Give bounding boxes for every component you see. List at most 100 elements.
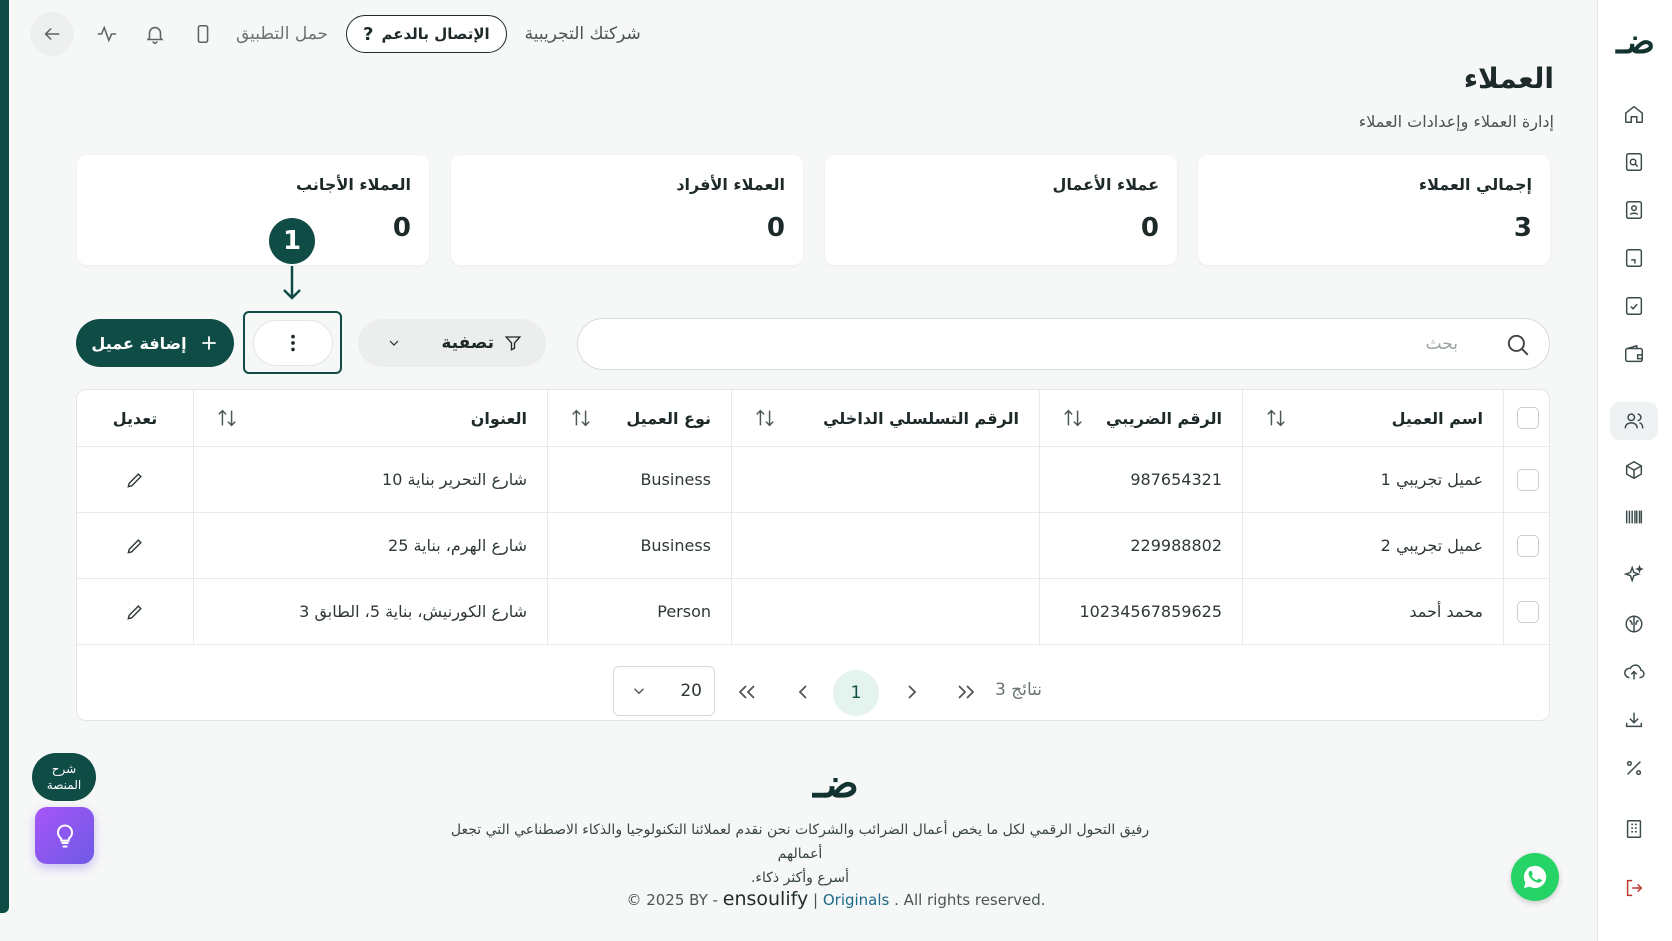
select-cell xyxy=(1503,447,1549,512)
sidebar-logo[interactable]: ضـ xyxy=(1598,22,1672,62)
bell-icon xyxy=(146,26,164,44)
sidebar-item-brain[interactable] xyxy=(1610,605,1658,643)
document-edit-icon xyxy=(1625,249,1643,267)
sidebar-item-upload[interactable] xyxy=(1610,653,1658,691)
filter-label: تصفية xyxy=(441,333,494,353)
topbar: حمل التطبيق ? الإتصال بالدعم شركتك التجر… xyxy=(30,12,641,56)
sidebar: ضـ xyxy=(1597,0,1672,941)
chevrons-left-icon[interactable] xyxy=(735,680,759,704)
header-address[interactable]: العنوان xyxy=(193,390,547,446)
tips-button[interactable] xyxy=(35,807,94,864)
company-name[interactable]: شركتك التجريبية xyxy=(525,24,641,44)
row-checkbox[interactable] xyxy=(1516,600,1539,623)
sidebar-item-company[interactable] xyxy=(1610,810,1658,848)
back-button[interactable] xyxy=(30,12,74,56)
sidebar-item-receipts[interactable] xyxy=(1610,191,1658,229)
sort-icon[interactable] xyxy=(570,407,592,429)
name-cell: عميل تجريبي 2 xyxy=(1242,513,1503,578)
pencil-icon[interactable] xyxy=(125,536,145,556)
stat-label: العملاء الأفراد xyxy=(676,175,785,194)
platform-guide-badge[interactable]: شرح المنصة xyxy=(32,753,96,801)
search-icon xyxy=(1507,334,1529,356)
edit-cell xyxy=(77,513,193,578)
building-icon xyxy=(1626,820,1642,838)
customers-table: تعديل العنوان نوع العميل الرقم التسلسلي … xyxy=(76,389,1550,721)
mobile-app-button[interactable] xyxy=(188,19,218,49)
sidebar-item-tax-rates[interactable] xyxy=(1610,749,1658,787)
activity-icon xyxy=(97,25,117,43)
table-row[interactable]: شارع الهرم، بناية 25 Business 229988802 … xyxy=(77,513,1549,579)
sort-icon[interactable] xyxy=(1265,407,1287,429)
stat-label: عملاء الأعمال xyxy=(1052,175,1160,194)
table-header-row: تعديل العنوان نوع العميل الرقم التسلسلي … xyxy=(77,390,1549,447)
notifications-button[interactable] xyxy=(140,19,170,49)
more-options-button[interactable] xyxy=(253,320,333,366)
sidebar-item-home[interactable] xyxy=(1610,95,1658,133)
sidebar-item-download[interactable] xyxy=(1610,701,1658,739)
sidebar-item-customers[interactable] xyxy=(1610,402,1658,440)
select-all-checkbox[interactable] xyxy=(1516,407,1539,429)
whatsapp-icon xyxy=(1523,865,1547,889)
header-serial-label: الرقم التسلسلي الداخلي xyxy=(823,408,1019,428)
header-select xyxy=(1503,390,1549,446)
support-label: الإتصال بالدعم xyxy=(381,25,490,43)
name-cell: محمد أحمد xyxy=(1242,579,1503,644)
address-cell: شارع التحرير بناية 10 xyxy=(193,447,547,512)
row-checkbox[interactable] xyxy=(1516,468,1539,491)
header-tax[interactable]: الرقم الضريبي xyxy=(1039,390,1242,446)
search-input[interactable] xyxy=(598,319,1458,369)
row-checkbox[interactable] xyxy=(1516,534,1539,557)
header-address-label: العنوان xyxy=(470,408,527,428)
step-marker: 1 xyxy=(269,218,315,264)
plus-icon xyxy=(201,336,216,350)
sidebar-item-invoices[interactable] xyxy=(1610,143,1658,181)
page-size-select[interactable]: 20 xyxy=(613,666,715,716)
pencil-icon[interactable] xyxy=(125,470,145,490)
stat-card-individuals: العملاء الأفراد 0 xyxy=(451,155,803,265)
brand-name[interactable]: ensoulify xyxy=(723,888,808,910)
filter-button[interactable]: تصفية xyxy=(358,319,546,367)
originals-link[interactable]: Originals xyxy=(823,891,890,909)
stat-value: 3 xyxy=(1513,213,1532,243)
address-cell: شارع الهرم، بناية 25 xyxy=(193,513,547,578)
more-vertical-icon xyxy=(291,334,295,352)
chevrons-right-icon[interactable] xyxy=(954,680,978,704)
whatsapp-button[interactable] xyxy=(1511,853,1559,901)
barcode-icon xyxy=(1625,510,1643,524)
header-type[interactable]: نوع العميل xyxy=(547,390,731,446)
current-page-button[interactable]: 1 xyxy=(833,670,879,716)
copyright: © 2025 BY - ensoulify | Originals . All … xyxy=(0,888,1672,910)
chevron-down-icon xyxy=(389,340,399,346)
percent-icon xyxy=(1626,760,1642,776)
chevron-left-icon[interactable] xyxy=(791,680,815,704)
download-app-link[interactable]: حمل التطبيق xyxy=(236,24,328,44)
pencil-icon[interactable] xyxy=(125,602,145,622)
lightbulb-icon xyxy=(56,823,73,848)
sort-icon[interactable] xyxy=(1062,407,1084,429)
sidebar-item-ai[interactable] xyxy=(1610,556,1658,594)
search-box xyxy=(577,318,1550,370)
page-size-value: 20 xyxy=(680,681,702,701)
footer-tagline-line2: أسرع وأكثر ذكاء. xyxy=(750,870,850,886)
sidebar-item-wallet[interactable] xyxy=(1610,335,1658,373)
header-edit: تعديل xyxy=(77,390,193,446)
edit-cell xyxy=(77,447,193,512)
header-serial[interactable]: الرقم التسلسلي الداخلي xyxy=(731,390,1039,446)
sort-icon[interactable] xyxy=(754,407,776,429)
add-customer-button[interactable]: إضافة عميل xyxy=(76,319,234,367)
sort-icon[interactable] xyxy=(216,407,238,429)
table-row[interactable]: شارع التحرير بناية 10 Business 987654321… xyxy=(77,447,1549,513)
sidebar-item-credit-notes[interactable] xyxy=(1610,239,1658,277)
sidebar-item-products[interactable] xyxy=(1610,451,1658,489)
sidebar-item-barcodes[interactable] xyxy=(1610,498,1658,536)
stat-value: 0 xyxy=(1140,213,1159,243)
table-row[interactable]: شارع الكورنيش، بناية 5، الطابق 3 Person … xyxy=(77,579,1549,645)
page-subtitle: إدارة العملاء وإعدادات العملاء xyxy=(1358,112,1554,131)
contact-support-button[interactable]: ? الإتصال بالدعم xyxy=(346,15,507,53)
stat-label: العملاء الأجانب xyxy=(295,175,411,194)
chevron-right-icon[interactable] xyxy=(900,680,924,704)
footer-tagline: رفيق التحول الرقمي لكل ما يخص أعمال الضر… xyxy=(440,818,1160,890)
header-name[interactable]: اسم العميل xyxy=(1242,390,1503,446)
sidebar-item-approvals[interactable] xyxy=(1610,287,1658,325)
activity-button[interactable] xyxy=(92,19,122,49)
